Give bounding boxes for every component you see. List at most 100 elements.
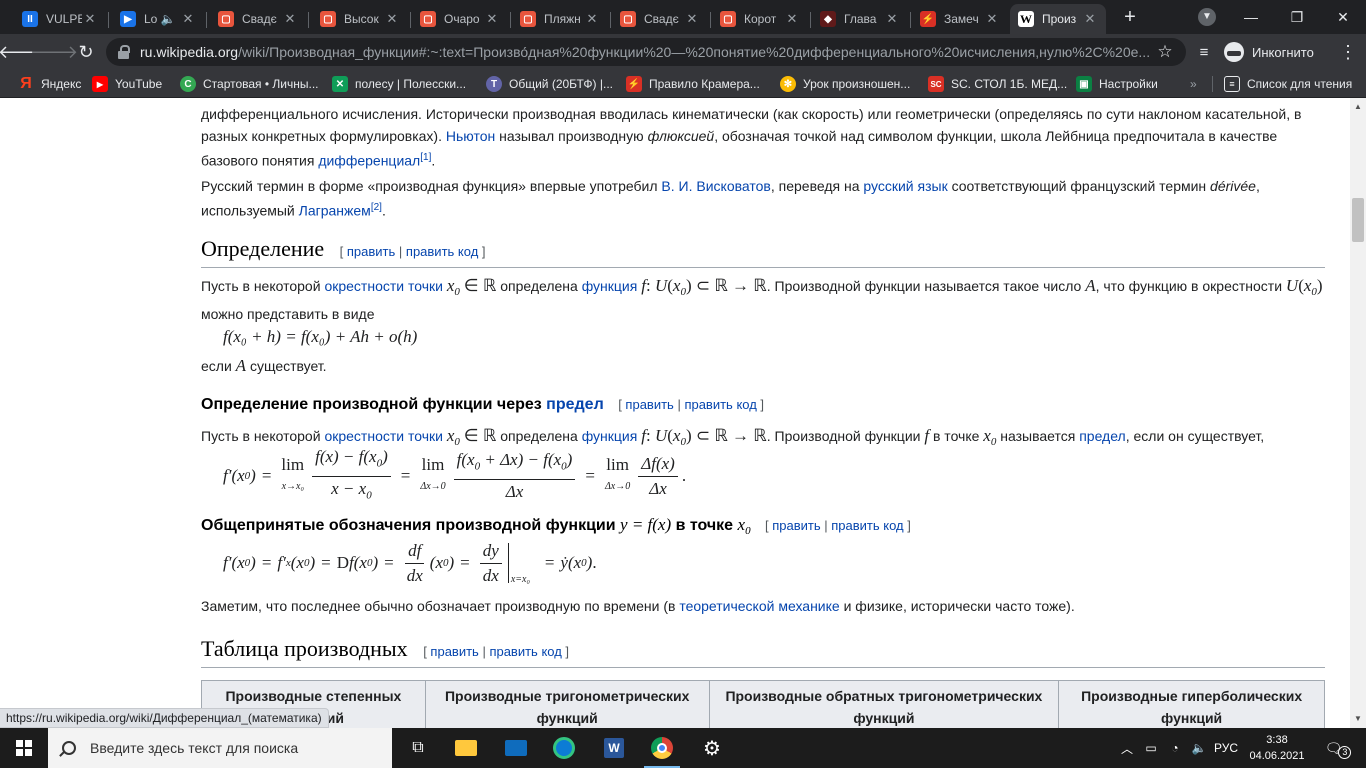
address-bar[interactable]: ru.wikipedia.org /wiki/Производная_функц… (106, 38, 1186, 66)
bookmark-sc-stol[interactable]: SC SC. СТОЛ 1Б. МЕД... (928, 74, 1067, 94)
settings-button[interactable]: ⚙ (688, 728, 736, 768)
file-explorer-button[interactable] (442, 728, 490, 768)
more-bookmarks-icon[interactable]: » (1190, 74, 1197, 94)
tab-lo[interactable]: ▶ Lo 🔈 ✕ (112, 4, 204, 34)
close-icon[interactable]: ✕ (180, 11, 196, 27)
tab-glava[interactable]: ◆ Глава ✕ (812, 4, 908, 34)
bookmark-settings[interactable]: ▣ Настройки (1076, 74, 1158, 94)
tab-svadba-2[interactable]: ▢ Свадє ✕ (612, 4, 708, 34)
gear-icon: ⚙ (703, 737, 721, 760)
chrome-button[interactable] (638, 728, 686, 768)
url-host: ru.wikipedia.org (140, 44, 239, 60)
tab-proizvodnaya[interactable]: W Произ ✕ (1010, 4, 1106, 34)
tab-zamech[interactable]: ⚡ Замеч ✕ (912, 4, 1008, 34)
video-site-icon: ▢ (218, 11, 234, 27)
tab-ocharo[interactable]: ▢ Очаро ✕ (412, 4, 508, 34)
link-function[interactable]: функция (582, 278, 638, 294)
bookmark-pronunciation[interactable]: ✻ Урок произношен... (780, 74, 910, 94)
definition-tail: если A существует. (201, 356, 327, 375)
edit-link[interactable]: править (347, 244, 395, 259)
edit-code-link[interactable]: править код (684, 397, 756, 412)
incognito-indicator[interactable]: Инкогнито (1224, 39, 1314, 65)
tab-search-button[interactable]: ▼ (1184, 0, 1230, 34)
close-window-button[interactable]: ✕ (1320, 0, 1366, 34)
language-indicator[interactable]: РУС (1212, 728, 1240, 768)
reload-button[interactable]: ↻ (72, 38, 100, 66)
restore-button[interactable]: ❐ (1274, 0, 1320, 34)
link-newton[interactable]: Ньютон (446, 128, 495, 144)
link-russian-language[interactable]: русский язык (863, 178, 947, 194)
minimize-button[interactable]: — (1228, 0, 1274, 34)
scrollbar-thumb[interactable] (1352, 198, 1364, 242)
search-icon (62, 741, 76, 755)
start-button[interactable] (0, 728, 48, 768)
tab-svadba-1[interactable]: ▢ Свадє ✕ (210, 4, 306, 34)
edit-section-links: [ править | править код ] (423, 644, 570, 659)
link-limit[interactable]: предел (1079, 428, 1126, 444)
reference-1[interactable]: [1] (420, 152, 431, 163)
tab-plyazh[interactable]: ▢ Пляжн ✕ (512, 4, 608, 34)
edit-link[interactable]: править (625, 397, 673, 412)
wifi-icon[interactable]: ◔ (1164, 728, 1186, 768)
close-icon[interactable]: ✕ (82, 11, 98, 27)
bookmark-cramer[interactable]: ⚡ Правило Крамера... (626, 74, 760, 94)
bookmark-start[interactable]: C Стартовая • Личны... (180, 74, 319, 94)
reading-list-button[interactable]: ≡ Список для чтения (1224, 74, 1352, 94)
forward-button[interactable]: 🡒 (30, 38, 78, 66)
edit-code-link[interactable]: править код (406, 244, 478, 259)
volume-icon[interactable]: 🔈 (1188, 728, 1210, 768)
new-tab-button[interactable]: + (1118, 6, 1142, 30)
bookmark-label: Стартовая • Личны... (203, 77, 319, 91)
intro-paragraph-2: Русский термин в форме «производная функ… (201, 178, 1260, 219)
close-icon[interactable]: ✕ (784, 11, 800, 27)
close-icon[interactable]: ✕ (584, 11, 600, 27)
taskbar-search-box[interactable]: Введите здесь текст для поиска (48, 728, 392, 768)
tab-korot[interactable]: ▢ Корот ✕ (712, 4, 808, 34)
scroll-down-arrow[interactable]: ▼ (1350, 712, 1366, 726)
link-limit-heading[interactable]: предел (546, 396, 604, 413)
page-scrollbar[interactable] (1350, 98, 1366, 728)
close-icon[interactable]: ✕ (684, 11, 700, 27)
bookmark-star-icon[interactable]: ☆ (1153, 38, 1177, 66)
battery-icon[interactable]: ▭ (1140, 728, 1162, 768)
incognito-label: Инкогнито (1252, 44, 1314, 60)
tab-separator (810, 12, 811, 28)
edit-link[interactable]: править (430, 644, 478, 659)
edit-link[interactable]: править (772, 518, 820, 533)
word-button[interactable]: W (590, 728, 638, 768)
close-icon[interactable]: ✕ (1082, 11, 1098, 27)
link-lagrange[interactable]: Лагранжем (299, 203, 371, 219)
link-neighborhood[interactable]: окрестности точки (324, 278, 443, 294)
tray-overflow-button[interactable]: ︿ (1118, 728, 1136, 768)
system-clock[interactable]: 3:38 04.06.2021 (1246, 732, 1308, 764)
link-viskovatov[interactable]: В. И. Висковатов (661, 178, 770, 194)
close-icon[interactable]: ✕ (282, 11, 298, 27)
wikipedia-icon: W (1018, 11, 1034, 27)
bookmark-youtube[interactable]: ▶ YouTube (92, 74, 162, 94)
bookmark-teams[interactable]: T Общий (20БТФ) |... (486, 74, 613, 94)
bookmark-yandex[interactable]: Я Яндекс (18, 74, 81, 94)
bookmark-polesu[interactable]: ✕ полесу | Полесски... (332, 74, 466, 94)
edit-code-link[interactable]: править код (831, 518, 903, 533)
link-theoretical-mechanics[interactable]: теоретической механике (679, 598, 839, 614)
task-view-button[interactable]: ⧉ (394, 728, 442, 768)
link-neighborhood[interactable]: окрестности точки (324, 428, 443, 444)
action-center-button[interactable]: 🗨 3 (1318, 728, 1358, 768)
tab-vulpes[interactable]: II VULPE ✕ (14, 4, 106, 34)
close-icon[interactable]: ✕ (884, 11, 900, 27)
link-function[interactable]: функция (582, 428, 638, 444)
close-icon[interactable]: ✕ (384, 11, 400, 27)
link-differential[interactable]: дифференциал (318, 153, 420, 169)
table-header-row: Производные степенных функций Производны… (201, 680, 1325, 728)
close-icon[interactable]: ✕ (484, 11, 500, 27)
reference-2[interactable]: [2] (371, 202, 382, 213)
close-icon[interactable]: ✕ (984, 11, 1000, 27)
menu-icon[interactable]: ⋮ (1334, 38, 1362, 66)
definition-paragraph: Пусть в некоторой окрестности точки x0 ∈… (201, 276, 1323, 322)
edit-code-link[interactable]: править код (489, 644, 561, 659)
scroll-up-arrow[interactable]: ▲ (1350, 100, 1366, 114)
media-control-icon[interactable]: ≡ (1190, 38, 1218, 66)
mail-button[interactable] (492, 728, 540, 768)
edge-button[interactable] (540, 728, 588, 768)
tab-vysok[interactable]: ▢ Высок ✕ (312, 4, 408, 34)
